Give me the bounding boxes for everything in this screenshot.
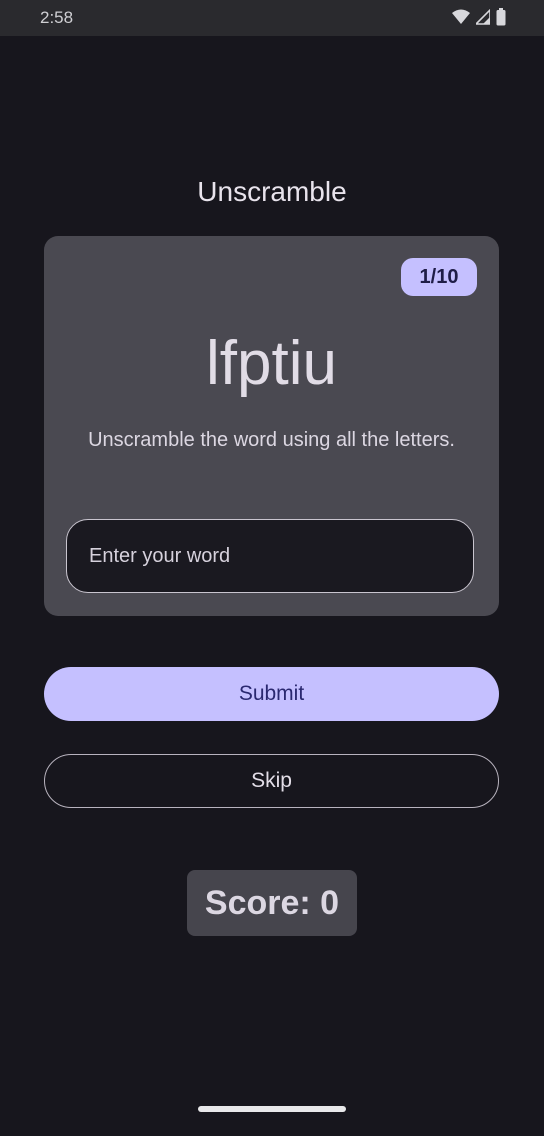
word-input[interactable] (67, 520, 473, 592)
wifi-icon (452, 9, 470, 25)
game-card: 1/10 lfptiu Unscramble the word using al… (44, 236, 499, 616)
progress-badge: 1/10 (401, 258, 477, 296)
gesture-nav-handle[interactable] (198, 1106, 346, 1112)
score-display: Score: 0 (187, 870, 357, 936)
status-bar: 2:58 (0, 0, 544, 36)
status-time: 2:58 (40, 8, 74, 27)
instructions-text: Unscramble the word using all the letter… (88, 429, 455, 451)
word-input-field[interactable] (66, 519, 474, 593)
status-icons (452, 8, 506, 26)
scrambled-word: lfptiu (206, 329, 337, 398)
app-title: Unscramble (197, 176, 347, 207)
signal-icon (476, 9, 490, 25)
skip-button[interactable]: Skip (44, 754, 499, 808)
submit-button[interactable]: Submit (44, 667, 499, 721)
battery-icon (496, 8, 506, 26)
